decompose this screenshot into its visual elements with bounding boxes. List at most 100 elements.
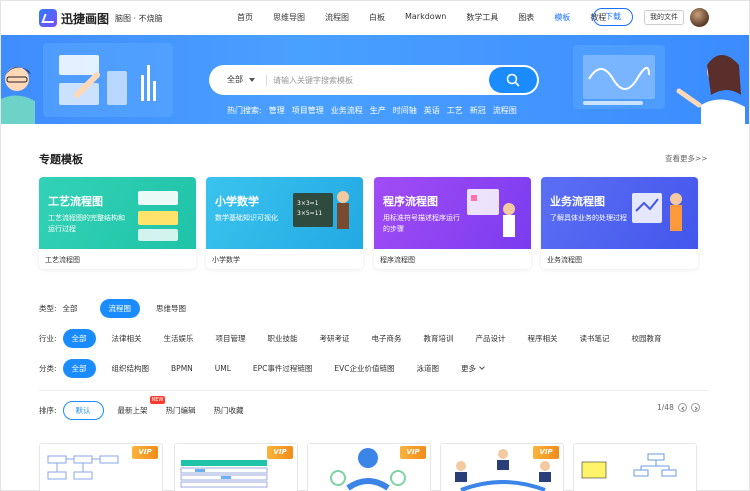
search-box: 全部 [209,65,539,95]
vip-badge: VIP [533,446,559,459]
filter-industry-option[interactable]: 生活娱乐 [164,333,194,344]
featured-card[interactable]: 程序流程图 用标准符号描述程序运行的步骤 程序流程图 [374,177,531,269]
featured-card[interactable]: 工艺流程图 工艺流程图的完整结构和运行过程 工艺流程图 [39,177,196,269]
filter-category-option[interactable]: BPMN [171,364,193,373]
filter-industry-option[interactable]: 电子商务 [372,333,402,344]
nav-item[interactable]: Markdown [405,12,446,23]
logo-icon [39,9,57,27]
filter-industry-option[interactable]: 职业技能 [268,333,298,344]
filter-category-option[interactable]: 全部 [62,358,96,378]
sort-option[interactable]: 最新上架 NEW [117,395,166,416]
vip-badge: VIP [267,446,293,459]
pagination: 1/48 [657,403,700,412]
search-icon [506,73,520,87]
hot-search-term[interactable]: 项目管理 [292,105,324,116]
chevron-down-icon [479,363,485,370]
featured-card-title: 工艺流程图 [48,195,103,208]
brand-name: 迅捷画图 [61,11,110,26]
nav-item[interactable]: 白板 [369,12,385,23]
featured-card-desc: 用标准符号描述程序运行的步骤 [383,214,460,233]
search-input[interactable] [273,73,473,87]
filter-industry-option[interactable]: 校园教育 [632,333,662,344]
filter-type-option[interactable]: 思维导图 [156,303,186,314]
featured-card-label: 小学数学 [212,256,240,264]
filter-category-row: 分类: 全部 组织结构图 BPMN UML EPC事件过程链图 EVC企业价值链图 泳道图 更多 [39,358,506,378]
top-navbar: 迅捷画图 脑图 · 不烧脑 首页 思维导图 流程图 白板 Markdown 数学工具 图表 模… [1,1,749,35]
featured-card-title: 小学数学 [215,195,259,208]
section-title: 专题模板 [39,153,83,166]
hot-search-term[interactable]: 业务流程 [331,105,363,116]
featured-card-title: 业务流程图 [550,195,605,208]
chevron-down-icon[interactable] [249,78,255,82]
filter-industry-option[interactable]: 法律相关 [112,333,142,344]
nav-item[interactable]: 思维导图 [273,12,305,23]
more-dropdown[interactable]: 更多 [461,363,485,374]
sort-option-label: 热门编辑 [165,405,196,415]
featured-card-illustration [467,189,515,237]
view-more-link[interactable]: 查看更多>> [665,153,708,164]
hot-search-label: 热门搜索: [227,106,262,115]
hot-search-term[interactable]: 新冠 [470,105,486,116]
hot-search-term[interactable]: 英语 [424,105,440,116]
hot-search-term[interactable]: 时间轴 [393,105,417,116]
sort-option-label: 最新上架 [117,405,148,415]
filter-industry-option[interactable]: 考研考证 [320,333,350,344]
hot-search-term[interactable]: 管理 [269,105,285,116]
sort-option[interactable]: 热门收藏 [214,405,244,416]
featured-card[interactable]: 小学数学 数学基础知识可视化 3×3=1 3×5=11 小学数学 [206,177,363,269]
banner-illustration-left [1,43,173,124]
user-avatar[interactable] [690,8,709,27]
filter-industry-option[interactable]: 全部 [62,328,96,348]
template-thumb[interactable] [573,443,697,491]
featured-card[interactable]: 业务流程图 了解具体业务的处理过程 业务流程图 [541,177,698,269]
featured-card-desc: 工艺流程图的完整结构和运行过程 [48,214,125,233]
filter-label: 行业: [39,333,57,343]
featured-card-label: 业务流程图 [547,256,582,264]
filter-category-option[interactable]: EPC事件过程链图 [253,363,313,374]
nav-item[interactable]: 图表 [518,12,534,23]
more-label: 更多 [461,363,477,373]
search-button[interactable] [489,67,537,93]
download-button[interactable]: 下载 [593,8,633,26]
sort-option-label: 热门收藏 [213,405,244,415]
featured-card-desc: 了解具体业务的处理过程 [550,214,627,222]
filter-category-option[interactable]: 组织结构图 [112,363,150,374]
svg-text:3×5=11: 3×5=11 [297,210,323,217]
hot-search-term[interactable]: 流程图 [493,105,517,116]
brand-logo[interactable]: 迅捷画图 脑图 · 不烧脑 [39,9,163,27]
filter-category-option[interactable]: EVC企业价值链图 [334,363,394,374]
nav-item[interactable]: 数学工具 [466,12,498,23]
hot-search-term[interactable]: 生产 [370,105,386,116]
filter-type-option[interactable]: 全部 [63,303,78,314]
filter-industry-option[interactable]: 程序相关 [528,333,558,344]
filter-industry-option[interactable]: 产品设计 [476,333,506,344]
featured-card-illustration [138,191,178,241]
filter-industry-option[interactable]: 项目管理 [216,333,246,344]
filter-industry-option[interactable]: 教育培训 [424,333,454,344]
nav-item[interactable]: 模板 [554,12,570,23]
search-scope-select[interactable]: 全部 [227,74,243,85]
org-chart-thumbnail [581,453,677,479]
filter-category-option[interactable]: 泳道图 [417,363,440,374]
template-thumb[interactable]: VIP [174,443,298,491]
template-thumb[interactable]: VIP [307,443,431,491]
filter-type-row: 类型: 全部 流程图 思维导图 [39,298,208,318]
search-banner: 全部 热门搜索: 管理项目管理业务流程生产时间轴英语工艺新冠流程图 [1,35,749,124]
filter-type-option[interactable]: 流程图 [99,298,141,318]
featured-card-label: 程序流程图 [380,256,415,264]
featured-card-banner: 业务流程图了解具体业务的处理过程 [541,177,698,249]
filter-industry-option[interactable]: 读书笔记 [580,333,610,344]
nav-item[interactable]: 流程图 [325,12,349,23]
template-thumb[interactable]: VIP [39,443,163,491]
nav-item[interactable]: 首页 [237,12,253,23]
sort-option[interactable]: 热门编辑 [166,405,196,416]
prev-page-icon[interactable] [677,403,687,412]
sort-option[interactable]: 默认 [62,400,104,420]
next-page-icon[interactable] [690,403,700,412]
my-files-button[interactable]: 我的文件 [644,10,684,25]
filter-category-option[interactable]: UML [215,364,231,373]
featured-card-illustration [632,193,682,231]
template-thumb[interactable]: VIP [440,443,564,491]
sort-row: 排序: 默认 最新上架 NEW 热门编辑 热门收藏 [39,395,262,420]
hot-search-term[interactable]: 工艺 [447,105,463,116]
